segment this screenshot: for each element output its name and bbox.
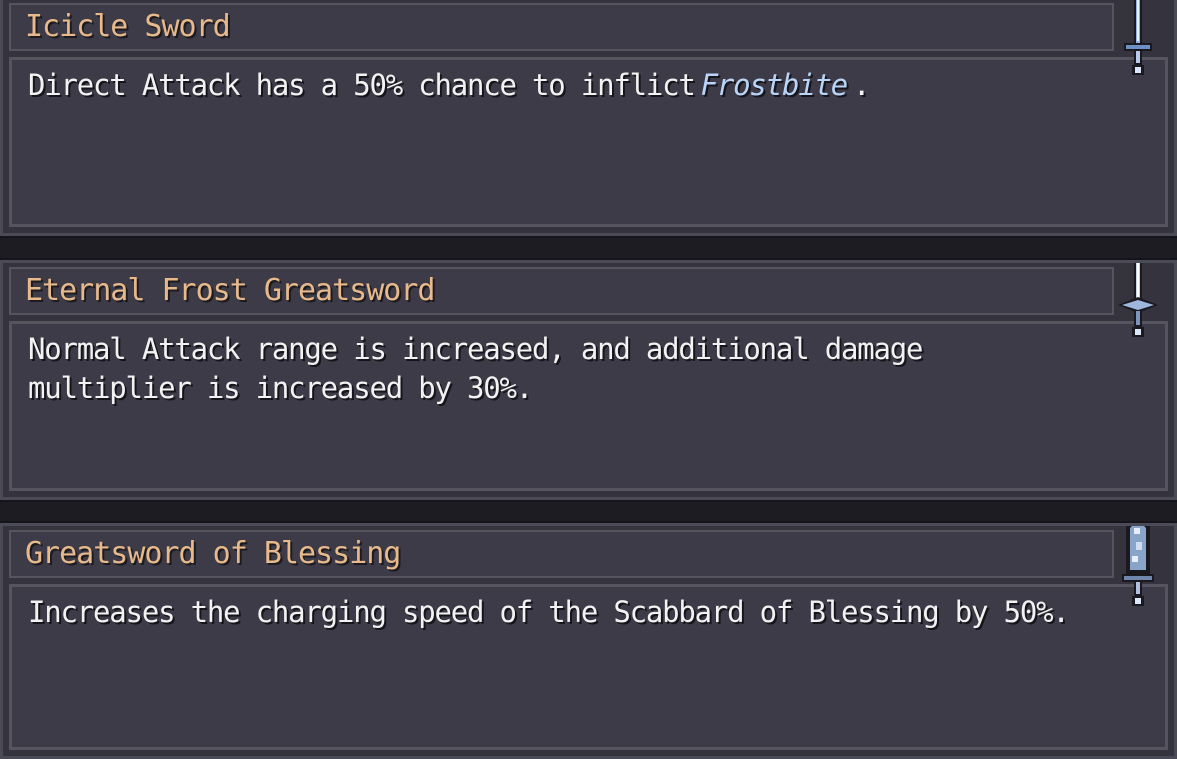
eternal-frost-greatsword-icon — [1118, 263, 1158, 337]
description-text: Direct Attack has a 50% chance to inflic… — [28, 68, 696, 102]
item-description-box: Normal Attack range is increased, and ad… — [9, 321, 1168, 491]
item-description-box: Increases the charging speed of the Scab… — [9, 584, 1168, 750]
item-description: Direct Attack has a 50% chance to inflic… — [28, 66, 1085, 105]
item-description: Normal Attack range is increased, and ad… — [28, 332, 923, 405]
description-end: . — [852, 68, 870, 102]
item-card-greatsword-of-blessing: Greatsword of Blessing Increases the cha… — [0, 521, 1177, 759]
item-description: Increases the charging speed of the Scab… — [28, 595, 1070, 629]
item-title: Eternal Frost Greatsword — [25, 273, 435, 308]
item-title: Greatsword of Blessing — [25, 536, 401, 571]
item-card-icicle-sword: Icicle Sword Direct Attack has a 50% cha… — [0, 0, 1177, 238]
item-description-box: Direct Attack has a 50% chance to inflic… — [9, 57, 1168, 227]
status-keyword-frostbite: Frostbite — [700, 68, 849, 102]
greatsword-of-blessing-icon — [1122, 526, 1154, 606]
icicle-sword-icon — [1124, 0, 1152, 75]
tooltip-list: { "colors": { "background": "#1d1c23", "… — [0, 0, 1177, 759]
item-title: Icicle Sword — [25, 9, 231, 44]
item-card-eternal-frost-greatsword: Eternal Frost Greatsword Normal Attack r… — [0, 258, 1177, 502]
